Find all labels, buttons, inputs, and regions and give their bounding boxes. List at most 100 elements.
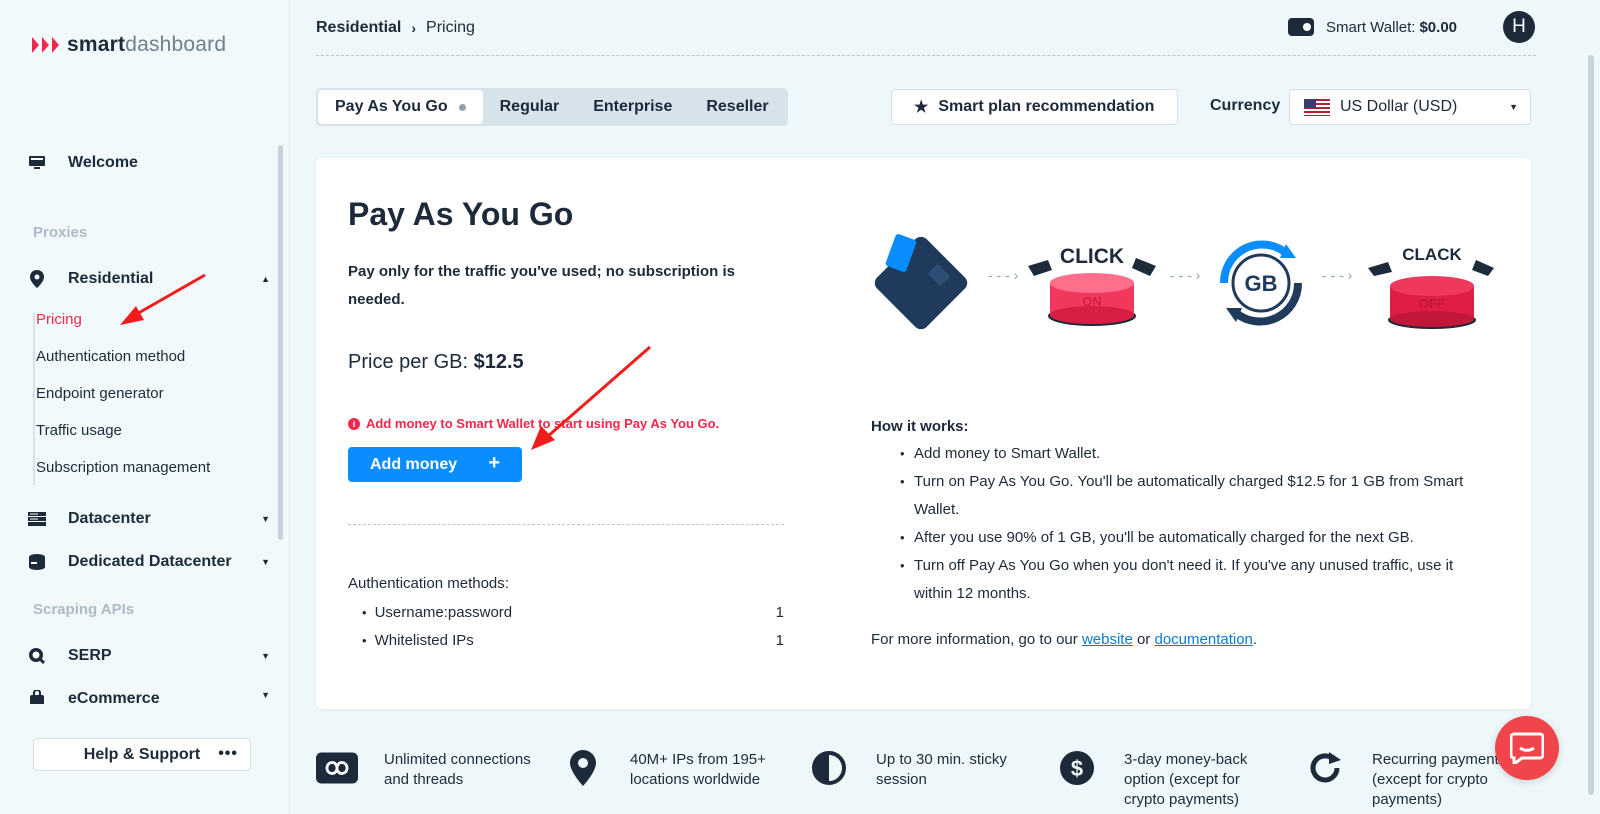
sidebar-item-welcome[interactable]: Welcome [28,154,270,172]
feature-text: 40M+ IPs from 195+ locations worldwide [630,751,766,788]
feature-item: $ 3-day money-back option (except for cr… [1056,750,1284,810]
price-value: $12.5 [473,351,524,373]
logo-text-light: dashboard [125,33,227,56]
section-label-scraping-apis: Scraping APIs [33,601,135,618]
tab-pay-as-you-go[interactable]: Pay As You Go [318,90,483,124]
auth-method-count: 1 [775,603,784,621]
how-it-works-illustration: - - - › CLICK ON - - - › GB - - - › CLAC… [874,234,1494,330]
svg-text:$: $ [1071,756,1083,781]
feature-row: Unlimited connections and threads 40M+ I… [316,750,1516,814]
wallet-warning: i Add money to Smart Wallet to start usi… [348,416,719,431]
tab-reseller[interactable]: Reseller [689,90,785,124]
feature-item: 40M+ IPs from 195+ locations worldwide [562,750,790,790]
currency-label: Currency [1210,97,1281,114]
help-support-label: Help & Support [83,745,201,763]
subnav-item-subscription-management[interactable]: Subscription management [36,459,210,476]
auth-methods-list: Username:password 1 Whitelisted IPs 1 [362,598,784,654]
shopping-bag-icon [28,690,46,704]
search-icon [28,647,46,665]
tab-regular[interactable]: Regular [483,90,577,124]
currency-value: US Dollar (USD) [1340,98,1458,115]
svg-text:- - - ›: - - - › [988,267,1019,283]
card-description: Pay only for the traffic you've used; no… [348,263,735,308]
more-info: For more information, go to our website … [871,631,1257,648]
gb-cycle-icon: GB [1219,240,1303,326]
sidebar-scrollbar[interactable] [278,145,283,540]
list-item: Add money to Smart Wallet. [900,440,1482,468]
residential-subnav-line [33,313,35,485]
page-scrollbar[interactable] [1588,55,1594,795]
auth-method-name: Whitelisted IPs [374,631,474,649]
help-support-button[interactable]: Help & Support ••• [33,738,251,771]
subnav-item-pricing[interactable]: Pricing [36,311,82,328]
svg-text:- - - ›: - - - › [1322,267,1353,283]
monitor-icon [28,154,46,172]
sidebar-item-residential[interactable]: Residential ▲ [28,270,270,288]
refresh-icon [1304,750,1346,786]
breadcrumb-residential[interactable]: Residential [316,19,401,37]
sidebar-item-datacenter[interactable]: Datacenter ▼ [28,510,270,528]
sidebar-item-label: Dedicated Datacenter [68,553,232,570]
list-item: After you use 90% of 1 GB, you'll be aut… [900,524,1482,552]
documentation-link[interactable]: documentation [1154,631,1252,648]
logo-mark-icon [32,37,59,53]
currency-select[interactable]: US Dollar (USD) ▼ [1289,89,1531,125]
sidebar-item-dedicated-datacenter[interactable]: Dedicated Datacenter ▼ [28,553,270,571]
tab-enterprise[interactable]: Enterprise [576,90,689,124]
illustration-off-text: OFF [1419,296,1445,311]
auth-methods-title: Authentication methods: [348,575,509,592]
smart-wallet[interactable]: Smart Wallet: $0.00 [1288,18,1457,36]
click-on-button-icon: CLICK ON [1028,245,1156,326]
avatar[interactable]: H [1503,11,1535,43]
header-divider [316,55,1536,56]
sidebar-item-serp[interactable]: SERP ▼ [28,647,270,665]
recommendation-label: Smart plan recommendation [938,98,1155,115]
feature-item: Unlimited connections and threads [316,750,544,790]
infinity-icon [316,750,358,786]
plan-tabs: Pay As You Go Regular Enterprise Reselle… [316,88,788,126]
price-label: Price per GB: [348,351,469,373]
logo[interactable]: smartdashboard [32,33,226,57]
list-item: Whitelisted IPs 1 [362,626,784,654]
add-money-button[interactable]: Add money + [348,447,522,482]
database-icon [28,553,46,571]
sidebar-item-label: eCommerce [68,690,160,704]
svg-text:- - - ›: - - - › [1170,267,1201,283]
chevron-down-icon: ▼ [261,690,270,700]
section-label-proxies: Proxies [33,224,88,241]
feature-text: Up to 30 min. sticky session [876,751,1007,788]
feature-text: Unlimited connections and threads [384,751,531,788]
sidebar-item-label: Welcome [68,154,138,171]
more-info-or: or [1136,631,1151,648]
chevron-down-icon: ▼ [261,514,270,524]
sidebar-item-ecommerce[interactable]: eCommerce ▼ [28,690,270,704]
subnav-item-authentication-method[interactable]: Authentication method [36,348,185,365]
more-dots-icon: ••• [218,745,238,762]
illustration-click-text: CLICK [1060,245,1124,268]
caret-down-icon: ▼ [1509,102,1518,112]
illustration-on-text: ON [1082,294,1102,309]
us-flag-icon [1304,98,1330,116]
subnav-item-traffic-usage[interactable]: Traffic usage [36,422,122,439]
plus-icon: + [488,452,500,474]
star-icon: ★ [914,99,929,116]
breadcrumb-pricing: Pricing [426,19,475,36]
feature-text: 3-day money-back option (except for cryp… [1124,751,1248,808]
auth-method-name: Username:password [374,603,513,621]
breadcrumb: Residential › Pricing [316,19,475,37]
website-link[interactable]: website [1082,631,1133,648]
add-money-label: Add money [370,455,458,473]
tab-label: Pay As You Go [335,98,448,115]
dollar-icon: $ [1056,750,1098,786]
chevron-up-icon: ▲ [261,274,270,284]
chevron-right-icon: › [411,20,417,36]
smart-plan-recommendation-button[interactable]: ★ Smart plan recommendation [891,89,1178,125]
subnav-item-endpoint-generator[interactable]: Endpoint generator [36,385,164,402]
more-info-prefix: For more information, go to our [871,631,1078,648]
chat-button[interactable] [1495,716,1559,780]
sidebar-item-label: SERP [68,647,112,664]
chat-bubble-icon [1510,732,1544,764]
illustration-clack-text: CLACK [1402,245,1462,264]
more-info-suffix: . [1252,631,1258,648]
info-icon: i [348,417,360,430]
